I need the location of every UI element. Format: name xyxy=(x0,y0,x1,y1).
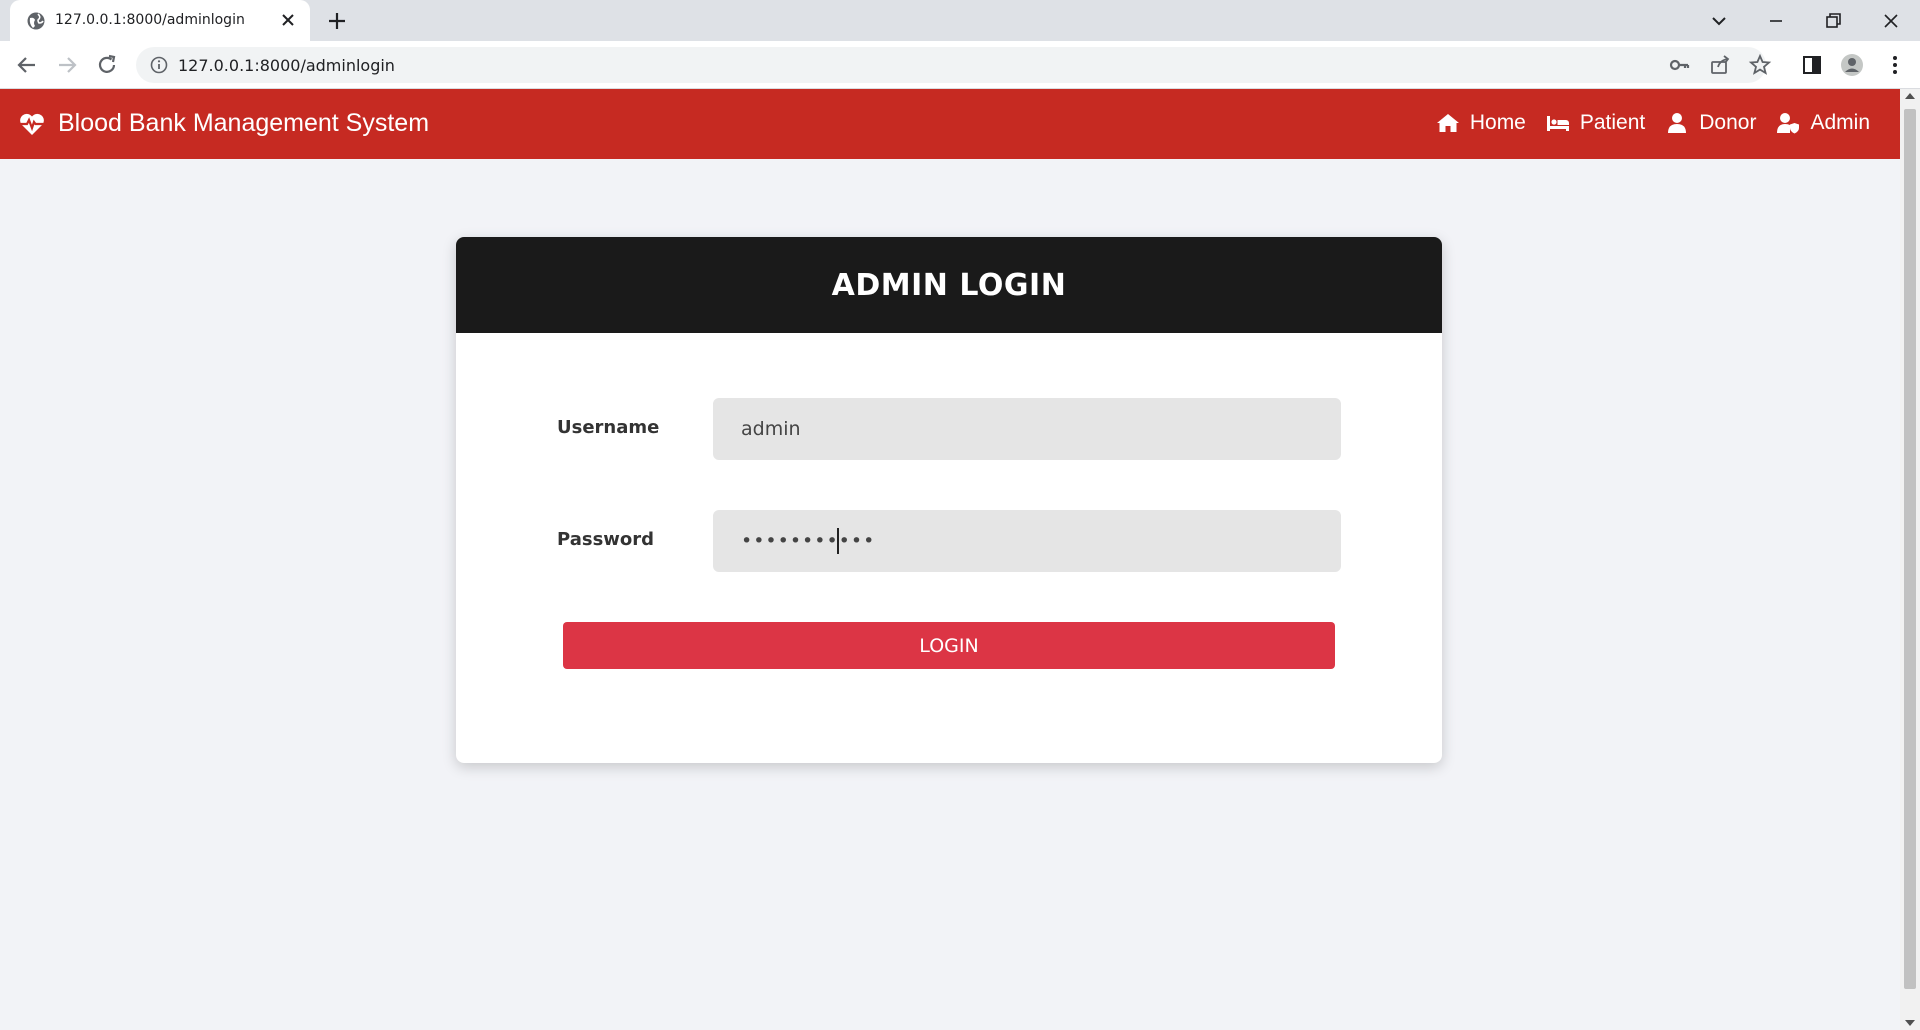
nav-donor-label: Donor xyxy=(1699,111,1757,134)
nav-home-label: Home xyxy=(1469,111,1526,134)
navbar: Blood Bank Management System Home Patien… xyxy=(0,89,1900,159)
kebab-menu-icon[interactable] xyxy=(1883,53,1907,77)
browser-tab[interactable]: 127.0.0.1:8000/adminlogin xyxy=(10,0,310,41)
bed-icon xyxy=(1546,116,1569,131)
login-card: ADMIN LOGIN Username Password LOGIN xyxy=(456,237,1442,763)
tab-search-icon[interactable] xyxy=(1706,8,1732,34)
close-icon[interactable] xyxy=(278,10,298,30)
scroll-down-arrow[interactable] xyxy=(1905,1020,1915,1026)
tab-title: 127.0.0.1:8000/adminlogin xyxy=(55,12,245,28)
bookmark-star-icon[interactable] xyxy=(1748,53,1772,77)
login-card-header: ADMIN LOGIN xyxy=(456,237,1442,333)
new-tab-icon[interactable] xyxy=(326,10,348,32)
restore-icon[interactable] xyxy=(1820,8,1846,34)
key-icon[interactable] xyxy=(1668,53,1692,77)
user-shield-icon xyxy=(1777,113,1800,134)
address-bar[interactable]: 127.0.0.1:8000/adminlogin xyxy=(136,47,1772,83)
url-text: 127.0.0.1:8000/adminlogin xyxy=(178,56,395,75)
user-icon xyxy=(1668,113,1687,133)
scroll-up-arrow[interactable] xyxy=(1905,93,1915,99)
forward-icon[interactable] xyxy=(55,53,79,77)
back-icon[interactable] xyxy=(15,53,39,77)
globe-icon xyxy=(27,12,45,30)
password-label: Password xyxy=(557,529,655,550)
nav-patient[interactable]: Patient xyxy=(1546,111,1645,135)
browser-tab-strip: 127.0.0.1:8000/adminlogin xyxy=(0,0,1920,41)
login-button[interactable]: LOGIN xyxy=(563,622,1335,669)
reload-icon[interactable] xyxy=(95,53,119,77)
nav-links: Home Patient Donor Admin xyxy=(1416,111,1870,135)
nav-donor[interactable]: Donor xyxy=(1665,111,1756,135)
browser-toolbar: 127.0.0.1:8000/adminlogin xyxy=(0,41,1920,89)
brand[interactable]: Blood Bank Management System xyxy=(18,109,429,138)
window-close-icon[interactable] xyxy=(1878,8,1904,34)
nav-home[interactable]: Home xyxy=(1436,111,1526,135)
text-caret xyxy=(837,528,839,554)
password-input[interactable] xyxy=(713,510,1341,572)
home-icon xyxy=(1436,114,1459,132)
username-label: Username xyxy=(557,417,660,438)
minimize-icon[interactable] xyxy=(1763,8,1789,34)
vertical-scrollbar[interactable] xyxy=(1900,89,1920,1030)
nav-patient-label: Patient xyxy=(1579,111,1646,134)
nav-admin[interactable]: Admin xyxy=(1776,111,1870,135)
page-viewport: Blood Bank Management System Home Patien… xyxy=(0,89,1900,1030)
share-icon[interactable] xyxy=(1708,53,1732,77)
brand-title: Blood Bank Management System xyxy=(58,109,430,137)
profile-avatar-icon[interactable] xyxy=(1840,53,1864,77)
info-icon[interactable] xyxy=(150,56,168,74)
nav-admin-label: Admin xyxy=(1810,111,1870,134)
login-title: ADMIN LOGIN xyxy=(831,267,1067,303)
scrollbar-thumb[interactable] xyxy=(1904,109,1916,989)
side-panel-icon[interactable] xyxy=(1800,53,1824,77)
username-input[interactable] xyxy=(713,398,1341,460)
heartbeat-icon xyxy=(20,113,44,135)
